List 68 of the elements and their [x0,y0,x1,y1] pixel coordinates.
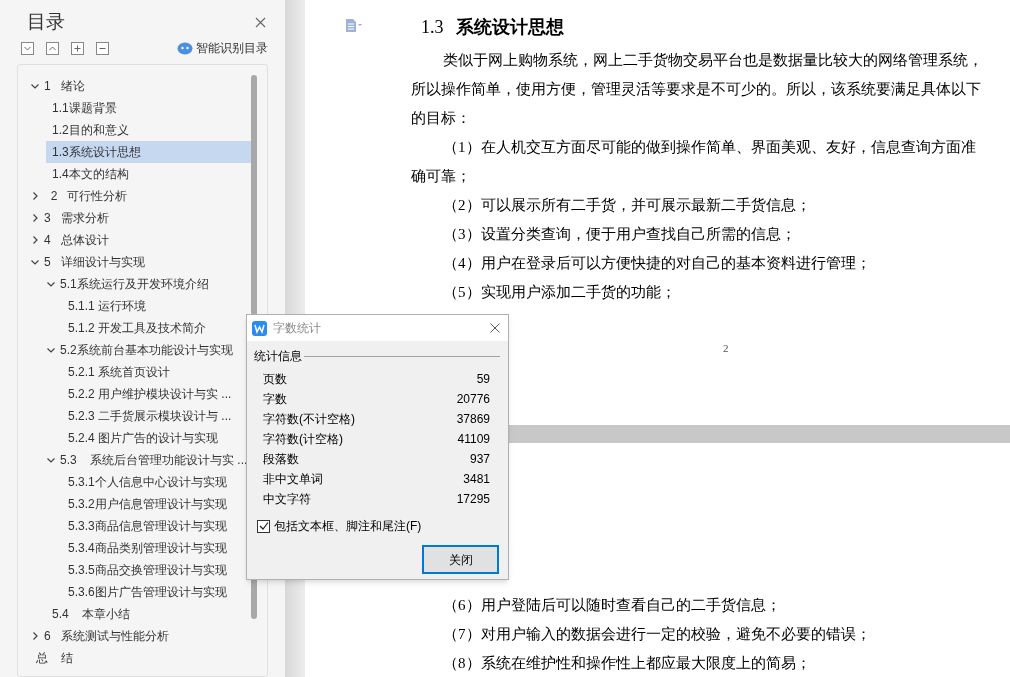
toc-item[interactable]: 总 结 [30,647,254,669]
close-icon[interactable] [490,323,500,333]
toc-item[interactable]: 1 绪论 [40,75,254,97]
chevron-right-icon[interactable] [30,213,40,223]
toc-item[interactable]: 3 需求分析 [40,207,254,229]
body-text-line: （4）用户在登录后可以方便快捷的对自己的基本资料进行管理； [442,254,872,273]
heading-title: 系统设计思想 [455,16,564,39]
toc-item[interactable]: 5.1.1 运行环境 [62,295,254,317]
panel-title: 目录 [26,9,65,34]
collapse-down-icon[interactable] [21,41,34,55]
checkbox-label: 包括文本框、脚注和尾注(F) [274,518,422,535]
plus-icon[interactable] [71,41,84,55]
toc-item[interactable]: 1.2目的和意义 [46,119,254,141]
stat-label: 中文字符 [263,491,311,508]
toc-item[interactable]: 5.4 本章小结 [46,603,254,625]
toc-item[interactable]: 5 详细设计与实现 [40,251,254,273]
group-label: 统计信息 [254,348,302,365]
toc-item[interactable]: 1.4本文的结构 [46,163,254,185]
stat-label: 字符数(不计空格) [263,411,355,428]
stat-value: 937 [469,451,490,468]
checkbox[interactable] [257,519,270,533]
chevron-right-icon[interactable] [30,191,40,201]
chevron-down-icon[interactable] [46,345,56,355]
stat-value: 41109 [457,431,490,448]
body-text-line: （7）对用户输入的数据会进行一定的校验，避免不必要的错误； [442,625,872,644]
robot-icon [177,41,193,55]
dialog-title: 字数统计 [273,320,322,337]
body-text-line: （8）系统在维护性和操作性上都应最大限度上的简易； [442,654,812,673]
chevron-right-icon[interactable] [30,235,40,245]
stat-value: 17295 [456,491,490,508]
body-text-line: （1）在人机交互方面尽可能的做到操作简单、界面美观、友好，信息查询方面准 [442,138,977,157]
chevron-down-icon[interactable] [30,257,40,267]
body-text-line: （5）实现用户添加二手货的功能； [442,283,677,302]
body-text-line: 确可靠； [411,167,472,186]
close-button[interactable]: 关闭 [422,545,499,574]
body-text-line: 类似于网上购物系统，网上二手货物交易平台也是数据量比较大的网络管理系统， [442,51,984,70]
chevron-right-icon[interactable] [30,631,40,641]
collapse-up-icon[interactable] [46,41,59,55]
chevron-down-icon[interactable] [46,455,56,465]
stat-value: 37869 [456,411,490,428]
body-text-line: （3）设置分类查询，便于用户查找自己所需的信息； [442,225,797,244]
stat-label: 页数 [263,371,287,388]
app-logo-icon [252,320,267,336]
smart-toc-button[interactable]: 智能识别目录 [177,39,268,57]
toc-item[interactable]: 5.1系统运行及开发环境介绍 [56,273,254,295]
body-text-line: 所以操作简单，使用方便，管理灵活等要求是不可少的。所以，该系统要满足具体以下 [411,80,982,99]
page-number: 2 [723,341,729,356]
toc-item[interactable]: 6 系统测试与性能分析 [40,625,254,647]
stat-label: 非中文单词 [263,471,323,488]
toc-item[interactable]: 2 可行性分析 [40,185,254,207]
heading-number: 1.3 [421,16,444,39]
toc-item[interactable]: 1.1课题背景 [46,97,254,119]
stat-value: 20776 [456,391,490,408]
stat-value: 59 [476,371,490,388]
stat-value: 3481 [463,471,490,488]
body-text-line: （2）可以展示所有二手货，并可展示最新二手货信息； [442,196,812,215]
stat-label: 字数 [263,391,287,408]
chevron-down-icon[interactable] [30,81,40,91]
minus-icon[interactable] [96,41,109,55]
body-text-line: （6）用户登陆后可以随时查看自己的二手货信息； [442,596,782,615]
stat-label: 字符数(计空格) [263,431,343,448]
close-icon[interactable] [255,16,266,28]
body-text-line: 的目标： [411,109,472,128]
chevron-down-icon[interactable] [46,279,56,289]
toc-item[interactable]: 1.3系统设计思想 [46,141,254,163]
stat-label: 段落数 [263,451,299,468]
toc-item[interactable]: 5.3.6图片广告管理设计与实现 [62,581,254,603]
toc-item[interactable]: 4 总体设计 [40,229,254,251]
